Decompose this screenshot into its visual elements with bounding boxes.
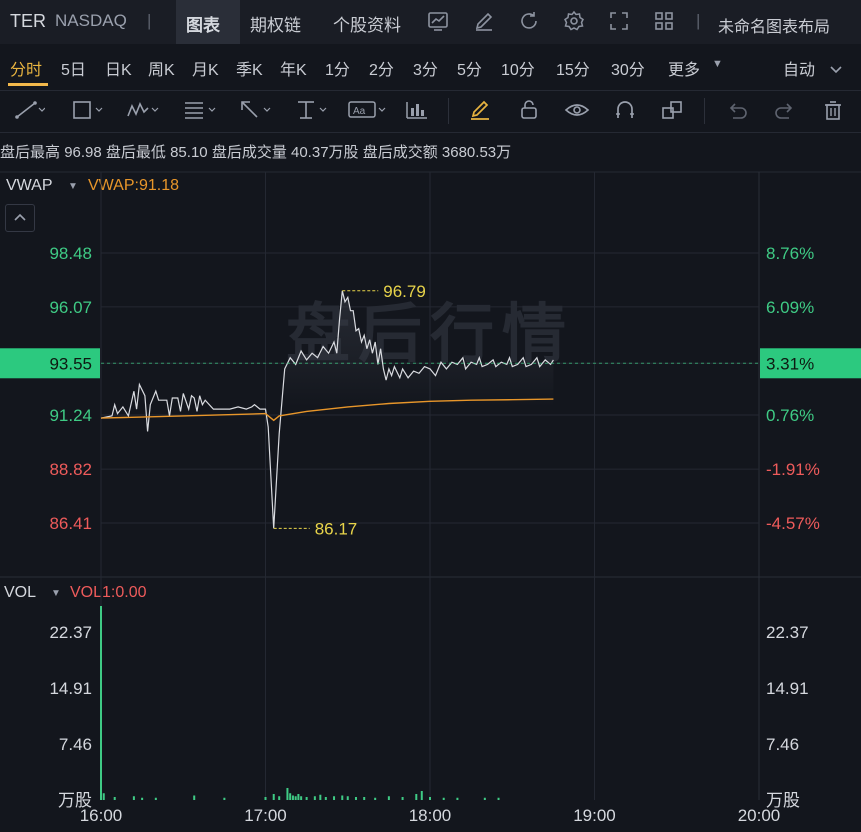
current-pct-label: 3.31% [766,354,814,373]
vol-y-tick-right: 22.37 [766,623,809,642]
y-tick-label-right: -1.91% [766,460,820,479]
volume-bar [442,797,445,800]
vol-y-tick-right: 14.91 [766,679,809,698]
x-tick-label: 16:00 [80,806,123,825]
volume-bar [300,796,303,800]
y-tick-label-left: 86.41 [49,514,92,533]
volume-bar [141,797,144,800]
volume-bar [113,796,116,800]
high-label: 96.79 [383,282,426,301]
y-tick-label-left: 96.07 [49,298,92,317]
volume-bar [415,793,418,800]
y-tick-label-right: 0.76% [766,406,814,425]
volume-bar [313,796,316,800]
x-tick-label: 19:00 [573,806,616,825]
volume-bar [100,606,102,800]
volume-bar [420,790,423,800]
y-tick-label-right: -4.57% [766,514,820,533]
x-tick-label: 20:00 [738,806,781,825]
current-price-label: 93.55 [49,354,92,373]
volume-bar [401,796,404,800]
vol-y-tick-left: 14.91 [49,679,92,698]
volume-bar [286,787,289,800]
volume-bar [102,793,105,800]
volume-bar [294,796,297,800]
x-tick-label: 18:00 [409,806,452,825]
volume-bar [387,796,390,800]
y-tick-label-left: 91.24 [49,406,92,425]
y-tick-label-left: 88.82 [49,460,92,479]
volume-bar [324,796,327,800]
volume-bar [341,795,344,800]
vol-y-tick-left: 22.37 [49,623,92,642]
volume-bar [319,794,322,800]
x-tick-label: 17:00 [244,806,287,825]
vol-y-tick-right: 7.46 [766,735,799,754]
y-tick-label-right: 8.76% [766,244,814,263]
volume-bar [278,796,281,800]
volume-bar [333,796,336,800]
volume-bar [346,796,349,800]
y-tick-label-right: 6.09% [766,298,814,317]
price-chart[interactable]: 盘后行情 96.7986.17 98.48 8.76%96.07 6.09%91.2… [0,0,861,832]
volume-bar [363,796,366,800]
volume-bar [483,797,486,800]
low-label: 86.17 [315,519,358,538]
volume-bar [193,795,196,800]
volume-bar [289,793,292,800]
volume-bar [154,797,157,800]
volume-bar [272,793,275,800]
volume-bar [223,797,226,800]
volume-bar [297,793,300,800]
y-tick-label-left: 98.48 [49,244,92,263]
volume-bar [456,797,459,800]
volume-bar [291,795,294,800]
volume-bar [305,796,308,800]
volume-bar [132,796,135,800]
vol-y-tick-left: 7.46 [59,735,92,754]
volume-bar [264,796,267,800]
volume-bar [374,797,377,800]
volume-bar [354,796,357,800]
volume-bar [429,796,431,800]
volume-bar [497,797,500,800]
